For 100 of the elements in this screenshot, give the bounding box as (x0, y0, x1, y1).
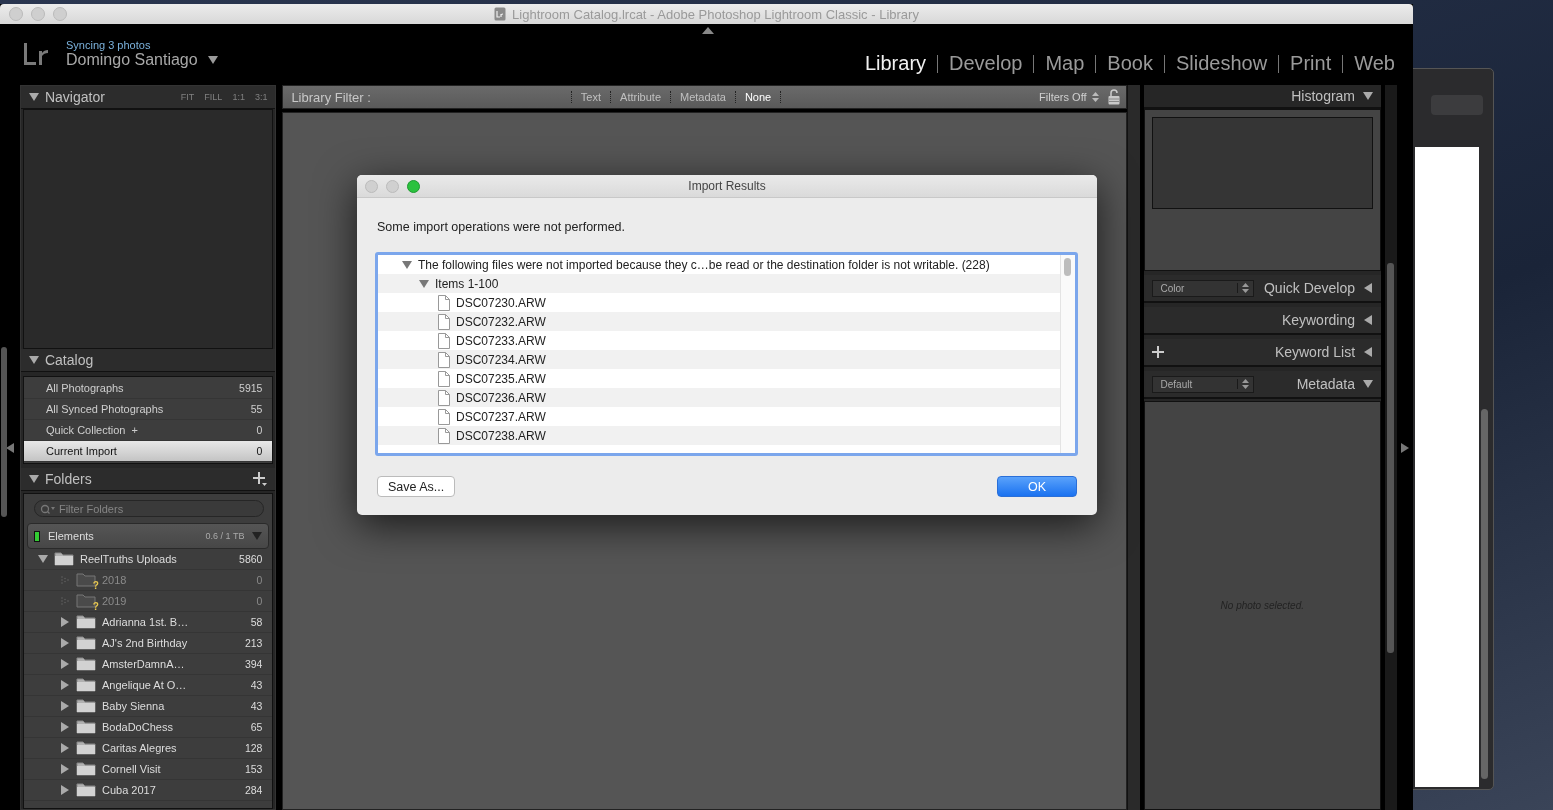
panel-header[interactable]: Metadata (1296, 376, 1356, 392)
filter-tab[interactable]: Text (570, 91, 611, 103)
scrollbar[interactable] (1481, 409, 1488, 779)
result-row[interactable]: DSC07233.ARW (378, 331, 1060, 350)
result-row[interactable]: DSC07238.ARW (378, 426, 1060, 445)
filter-field[interactable]: Filter Folders (33, 500, 265, 517)
expand-triangle-icon[interactable] (59, 764, 70, 774)
panel-header[interactable]: Folders (44, 471, 92, 487)
catalog-item[interactable]: All Photographs 5915 (23, 378, 273, 399)
volume-name: Elements (47, 530, 94, 542)
collapse-triangle-icon[interactable] (37, 554, 48, 564)
result-row[interactable]: DSC07235.ARW (378, 369, 1060, 388)
collapse-triangle-icon[interactable] (1363, 379, 1374, 389)
folder-icon (75, 636, 96, 650)
zoom-button[interactable] (407, 179, 420, 193)
lock-icon[interactable] (1107, 89, 1120, 105)
panel-header[interactable]: Keyword List (1274, 344, 1356, 360)
right-panel-toggle-icon[interactable] (1400, 442, 1410, 453)
folder-row[interactable]: Adrianna 1st. B… 58 (23, 612, 273, 633)
expand-triangle-icon[interactable] (59, 638, 70, 648)
collapse-triangle-icon[interactable] (28, 355, 39, 365)
module-tab[interactable]: Book (1099, 52, 1161, 75)
preset-dropdown[interactable]: Default (1151, 375, 1254, 393)
folder-row[interactable]: AmsterDamnA… 394 (23, 654, 273, 675)
expand-triangle-icon[interactable] (59, 617, 70, 627)
result-row[interactable]: DSC07230.ARW (378, 293, 1060, 312)
module-tab[interactable]: Map (1037, 52, 1093, 75)
scrollbar[interactable] (1, 347, 7, 517)
expand-triangle-icon[interactable] (59, 680, 70, 690)
collapse-triangle-icon[interactable] (402, 259, 412, 270)
folder-name: 2019 (101, 595, 128, 607)
collapse-triangle-icon[interactable] (28, 474, 39, 484)
collapse-arrow-icon[interactable] (702, 27, 714, 34)
panel-header[interactable]: Navigator (44, 89, 105, 105)
result-label: Items 1-100 (435, 276, 499, 291)
folder-row[interactable]: AJ's 2nd Birthday 213 (23, 633, 273, 654)
zoom-option[interactable]: FIT (180, 92, 195, 102)
missing-mark: ? (92, 581, 99, 591)
photo-count: 65 (250, 721, 263, 733)
catalog-item[interactable]: Current Import 0 (23, 441, 273, 462)
folder-row[interactable]: Cornell Visit 153 (23, 759, 273, 780)
folder-row[interactable]: Cuba 2017 284 (23, 780, 273, 801)
identity-name[interactable]: Domingo Santiago (66, 51, 198, 69)
result-row[interactable]: DSC07237.ARW (378, 407, 1060, 426)
folder-row[interactable]: BodaDoChess 65 (23, 717, 273, 738)
add-icon[interactable] (1151, 346, 1164, 358)
catalog-item[interactable]: All Synced Photographs 55 (23, 399, 273, 420)
collapse-triangle-icon[interactable] (419, 278, 429, 289)
zoom-option[interactable]: 1:1 (232, 92, 245, 102)
panel-header[interactable]: Quick Develop (1264, 280, 1356, 296)
result-row[interactable]: The following files were not imported because they c…be read or the destination folder is not writable. (228) (378, 255, 1060, 274)
panel-header[interactable]: Keywording (1281, 312, 1356, 328)
expand-triangle-icon[interactable] (59, 785, 70, 795)
collapse-triangle-icon[interactable] (1363, 91, 1374, 101)
filter-tab[interactable]: None (734, 91, 782, 103)
filter-preset-dropdown[interactable]: Filters Off (1039, 91, 1099, 103)
save-as-button[interactable]: Save As... (377, 476, 456, 497)
add-folder-icon[interactable] (253, 472, 268, 486)
left-panel-toggle-icon[interactable] (4, 442, 15, 453)
add-marker[interactable]: + (131, 424, 138, 436)
zoom-option[interactable]: 3:1 (254, 92, 268, 102)
folder-name: ReelTruths Uploads (79, 553, 178, 565)
folder-name: Baby Sienna (101, 700, 166, 712)
expand-triangle-icon[interactable] (59, 701, 70, 711)
expand-triangle-icon[interactable] (59, 743, 70, 753)
zoom-option[interactable]: FILL (204, 92, 223, 102)
expand-triangle-icon[interactable] (59, 659, 70, 669)
folder-row[interactable]: ? 2019 0 (23, 591, 273, 612)
panel-header[interactable]: Histogram (1291, 88, 1356, 104)
result-row[interactable]: DSC07236.ARW (378, 388, 1060, 407)
module-tab[interactable]: Slideshow (1167, 52, 1276, 75)
search-icon (39, 504, 56, 514)
module-tab[interactable]: Print (1282, 52, 1340, 75)
collapse-triangle-icon[interactable] (28, 92, 39, 102)
folder-row[interactable]: Angelique At O… 43 (23, 675, 273, 696)
folder-icon (75, 699, 96, 713)
dropdown-triangle-icon[interactable] (207, 55, 218, 65)
expand-triangle-icon[interactable] (1363, 283, 1374, 293)
scrollbar[interactable] (1387, 263, 1395, 653)
expand-triangle-icon[interactable] (1363, 315, 1374, 325)
photo-count: 153 (244, 763, 263, 775)
module-tab[interactable]: Library (856, 52, 935, 75)
expand-triangle-icon[interactable] (1363, 347, 1374, 357)
panel-header[interactable]: Catalog (44, 352, 94, 368)
module-tab[interactable]: Web (1346, 52, 1403, 75)
module-tab[interactable]: Develop (941, 52, 1031, 75)
folder-row[interactable]: Baby Sienna 43 (23, 696, 273, 717)
scrollbar[interactable] (1064, 258, 1071, 276)
result-row[interactable]: DSC07232.ARW (378, 312, 1060, 331)
result-row[interactable]: Items 1-100 (378, 274, 1060, 293)
catalog-label: Current Import (45, 445, 117, 457)
folder-row[interactable]: ReelTruths Uploads 5860 (23, 549, 273, 570)
volume-header[interactable]: Elements 0.6 / 1 TB (26, 523, 270, 549)
preset-dropdown[interactable]: Color (1151, 279, 1254, 297)
expand-triangle-icon[interactable] (59, 722, 70, 732)
photo-count: 43 (250, 679, 263, 691)
photo-count: 55 (250, 403, 263, 415)
result-row[interactable]: DSC07234.ARW (378, 350, 1060, 369)
folder-row[interactable]: ? 2018 0 (23, 570, 273, 591)
folder-row[interactable]: Caritas Alegres 128 (23, 738, 273, 759)
